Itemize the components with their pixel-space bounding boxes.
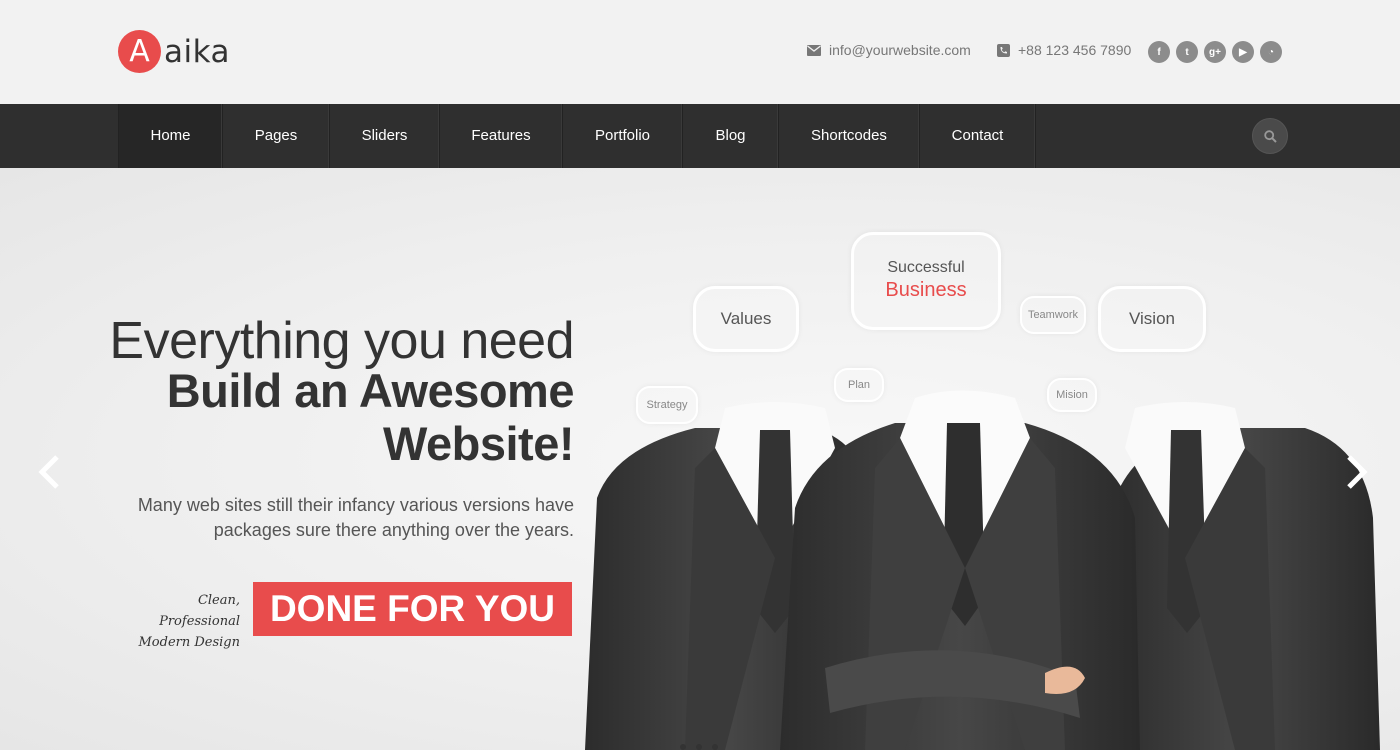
nav-item-blog[interactable]: Blog — [683, 104, 779, 168]
slider-dot[interactable] — [680, 744, 686, 750]
contact-phone[interactable]: +88 123 456 7890 — [997, 42, 1131, 58]
nav-item-pages[interactable]: Pages — [223, 104, 330, 168]
tagline-line2: Modern Design — [138, 635, 240, 650]
bubble-values: Values — [693, 286, 799, 352]
nav-list: Home Pages Sliders Features Portfolio Bl… — [118, 104, 1036, 168]
youtube-icon[interactable]: ▶ — [1232, 41, 1254, 63]
bubble-mision: Mision — [1047, 378, 1097, 412]
envelope-icon — [807, 44, 821, 56]
hero-headline-light: Everything you need — [109, 312, 574, 370]
hero-headline-bold-line1: Build an Awesome — [166, 364, 575, 417]
hero-tagline: Clean, Professional Modern Design — [118, 590, 240, 653]
hero-subtext-line1: Many web sites still their infancy vario… — [137, 495, 574, 515]
bubble-successful-business: Successful Business — [851, 232, 1001, 330]
contact-email[interactable]: info@yourwebsite.com — [807, 42, 971, 58]
nav-item-shortcodes[interactable]: Shortcodes — [779, 104, 920, 168]
email-text: info@yourwebsite.com — [829, 42, 971, 58]
nav-item-sliders[interactable]: Sliders — [330, 104, 440, 168]
search-icon — [1263, 129, 1277, 143]
main-nav: Home Pages Sliders Features Portfolio Bl… — [0, 104, 1400, 168]
nav-item-features[interactable]: Features — [440, 104, 563, 168]
logo-mark: A — [118, 30, 161, 73]
twitter-icon[interactable]: t — [1176, 41, 1198, 63]
logo-text: aika — [164, 33, 231, 70]
bubble-plan: Plan — [834, 368, 884, 402]
chevron-right-icon[interactable] — [1345, 454, 1369, 490]
slider-dot[interactable] — [696, 744, 702, 750]
nav-item-contact[interactable]: Contact — [920, 104, 1036, 168]
search-button[interactable] — [1252, 118, 1288, 154]
logo[interactable]: A aika — [118, 30, 230, 73]
facebook-icon[interactable]: f — [1148, 41, 1170, 63]
phone-icon — [997, 43, 1010, 57]
slider-dot[interactable] — [712, 744, 718, 750]
hero-slider: Everything you need Build an Awesome Web… — [0, 168, 1400, 750]
site-header: A aika info@yourwebsite.com +88 123 456 … — [0, 0, 1400, 104]
bubble-strategy: Strategy — [636, 386, 698, 424]
bubble-vision: Vision — [1098, 286, 1206, 352]
chevron-left-icon[interactable] — [37, 454, 61, 490]
businessmen-image — [585, 390, 1380, 750]
bubble-successful: Successful — [887, 259, 965, 276]
cta-button[interactable]: DONE FOR YOU — [253, 582, 572, 636]
google-plus-icon[interactable]: g+ — [1204, 41, 1226, 63]
phone-text: +88 123 456 7890 — [1018, 42, 1132, 58]
hero-headline-bold-line2: Website! — [383, 417, 575, 470]
hero-subtext: Many web sites still their infancy vario… — [94, 493, 574, 543]
bubble-business: Business — [885, 279, 967, 301]
hero-subtext-line2: packages sure there anything over the ye… — [213, 520, 574, 540]
tagline-line1: Clean, Professional — [159, 593, 240, 629]
rss-icon[interactable]: ◔ — [1260, 41, 1282, 63]
hero-headline-bold: Build an Awesome Website! — [166, 364, 575, 470]
social-links: f t g+ ▶ ◔ — [1148, 41, 1288, 63]
nav-item-home[interactable]: Home — [119, 104, 223, 168]
nav-item-portfolio[interactable]: Portfolio — [563, 104, 683, 168]
bubble-teamwork: Teamwork — [1020, 296, 1086, 334]
slider-pagination — [680, 744, 728, 750]
